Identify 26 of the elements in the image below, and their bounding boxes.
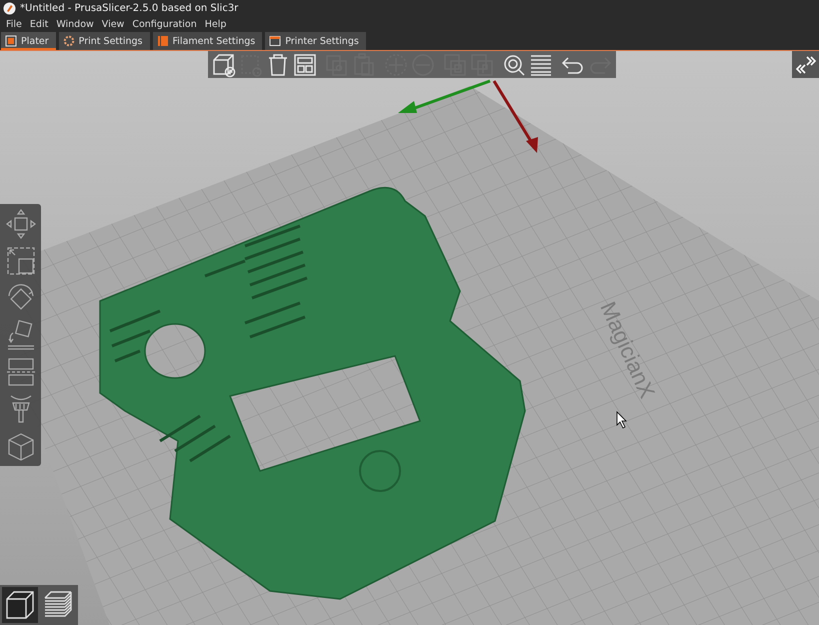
menu-item[interactable]: Edit (26, 19, 52, 30)
square-icon (5, 35, 17, 47)
menu-item[interactable]: Configuration (128, 19, 201, 30)
app-logo-icon (3, 2, 16, 15)
menu-item[interactable]: File (2, 19, 26, 30)
spool-icon (156, 35, 169, 47)
menu-item[interactable]: Help (200, 19, 230, 30)
collapse-sidebar-button[interactable] (792, 51, 819, 78)
cut-tool-icon[interactable] (4, 356, 36, 388)
tab[interactable]: Print Settings (58, 32, 150, 50)
menu-item[interactable]: Window (52, 19, 98, 30)
add-icon[interactable] (211, 52, 237, 78)
window-icon (269, 35, 282, 47)
window-title: *Untitled - PrusaSlicer-2.5.0 based on Slic3r (20, 3, 238, 14)
arrange-icon[interactable] (292, 52, 318, 78)
scale-tool-icon[interactable] (4, 245, 36, 277)
cube-icon (4, 589, 36, 621)
gear-icon (62, 35, 75, 47)
tab[interactable]: Filament Settings (152, 32, 262, 50)
double-chevron-icon (796, 54, 816, 74)
tab[interactable]: Plater (1, 32, 56, 50)
move-tool-icon[interactable] (4, 208, 36, 240)
3d-view-button[interactable] (2, 587, 38, 623)
cursor-icon (616, 411, 627, 429)
tab[interactable]: Printer Settings (265, 32, 366, 50)
menu-item[interactable]: View (98, 19, 128, 30)
